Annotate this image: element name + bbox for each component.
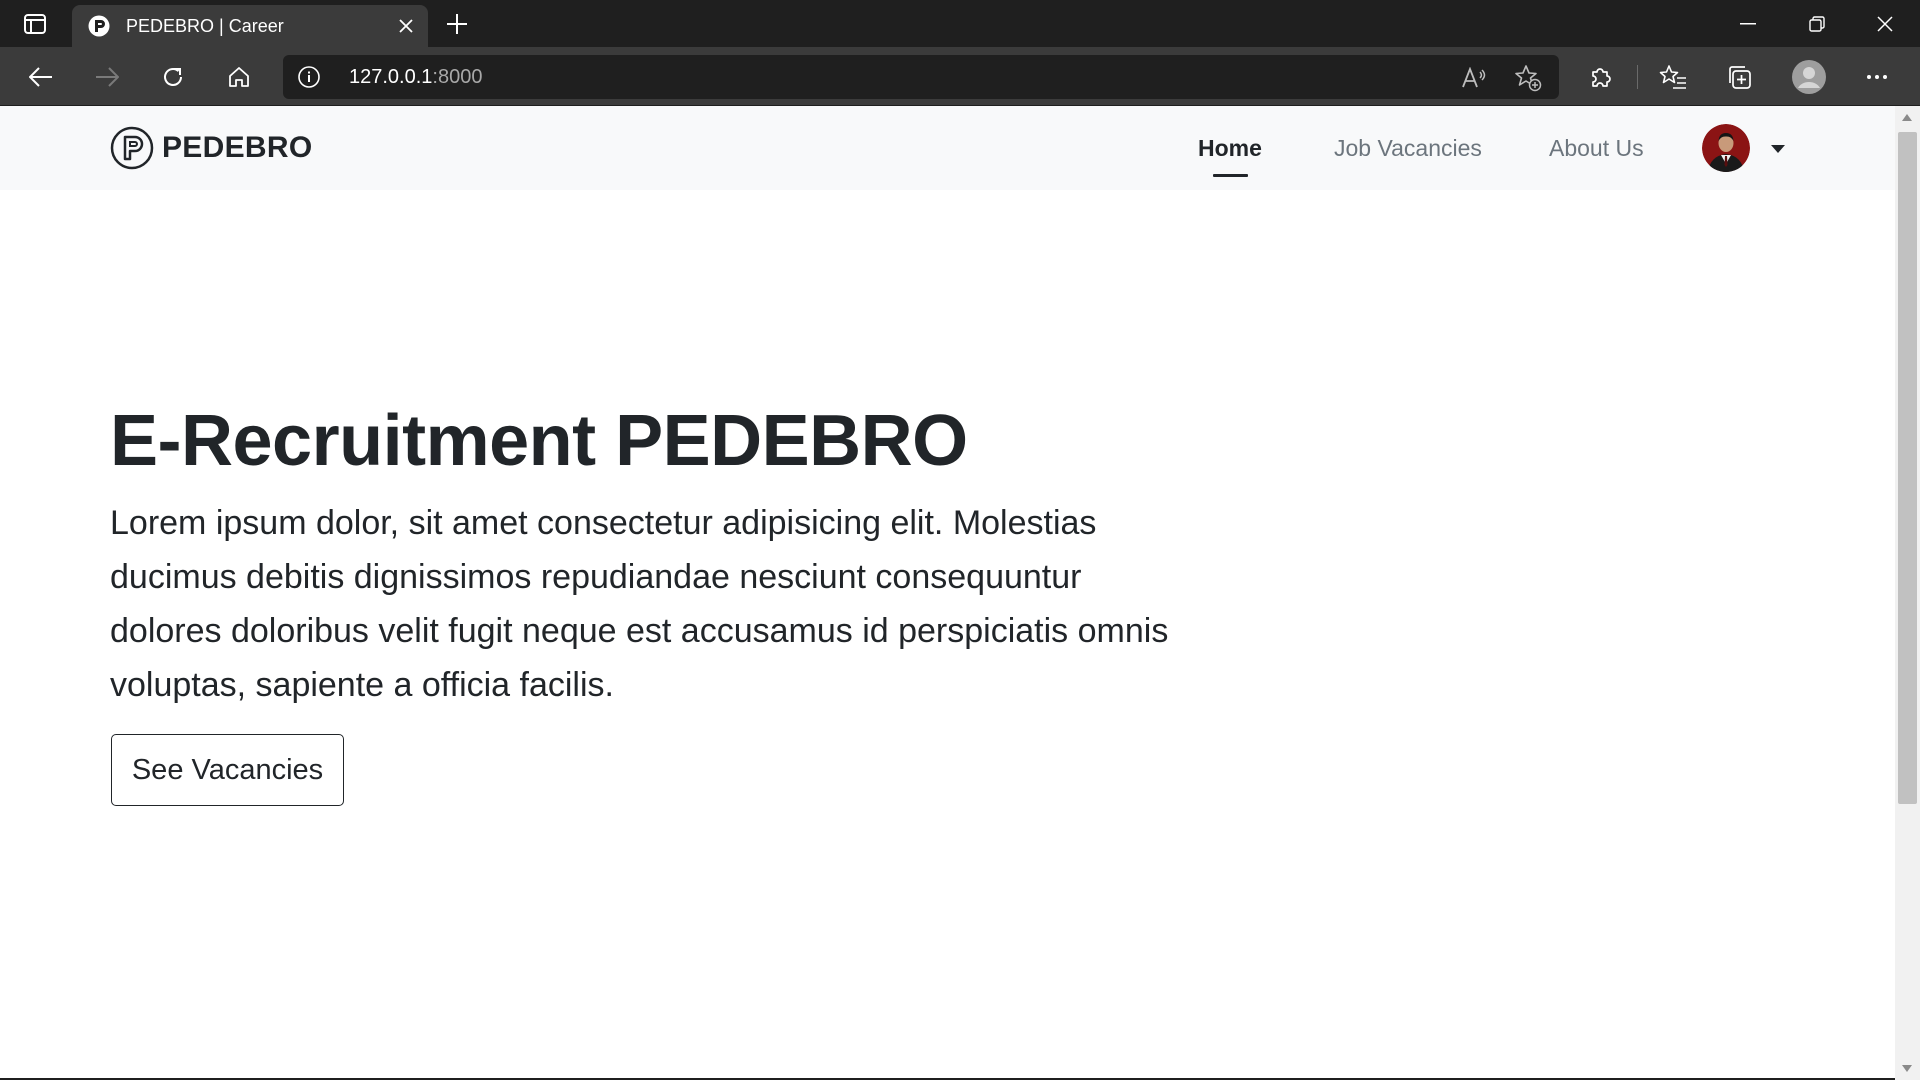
browser-tab-bar: PEDEBRO | Career [0, 0, 1920, 47]
brand-link[interactable]: PEDEBRO [110, 126, 312, 170]
address-bar[interactable]: 127.0.0.1:8000 [283, 55, 1559, 99]
scrollbar-thumb[interactable] [1898, 132, 1917, 804]
read-aloud-icon[interactable] [1459, 63, 1489, 93]
plus-icon [447, 14, 467, 34]
close-window-button[interactable] [1850, 0, 1920, 47]
forward-button[interactable] [86, 56, 128, 98]
user-menu-caret-icon[interactable] [1771, 145, 1785, 153]
collections-button[interactable] [1718, 56, 1760, 98]
browser-tab-active[interactable]: PEDEBRO | Career [72, 5, 428, 47]
profile-icon [1792, 60, 1826, 94]
hero-title: E-Recruitment PEDEBRO [110, 401, 968, 481]
home-button[interactable] [218, 56, 260, 98]
restore-icon [1809, 15, 1825, 32]
more-horizontal-icon [1867, 75, 1887, 79]
settings-more-button[interactable] [1856, 56, 1898, 98]
collections-icon [1729, 66, 1751, 89]
minimize-icon [1740, 22, 1756, 24]
puzzle-icon [1592, 68, 1611, 87]
favorites-icon [1659, 65, 1686, 89]
minimize-button[interactable] [1713, 0, 1783, 47]
url-host: 127.0.0.1 [349, 66, 433, 88]
see-vacancies-button[interactable]: See Vacancies [111, 734, 344, 806]
arrow-right-icon [96, 67, 119, 87]
favorites-button[interactable] [1652, 56, 1694, 98]
home-icon [229, 67, 249, 87]
tab-close-icon[interactable] [394, 14, 418, 38]
page-scrollbar[interactable] [1895, 106, 1920, 1080]
toolbar-separator [1637, 65, 1638, 89]
scroll-down-arrow-icon[interactable] [1902, 1065, 1912, 1072]
site-info-icon[interactable] [297, 65, 321, 89]
nav-link-home[interactable]: Home [1198, 106, 1262, 190]
user-avatar[interactable] [1702, 124, 1750, 172]
tab-actions-menu-icon[interactable] [18, 10, 52, 38]
close-icon [1877, 15, 1893, 32]
tab-title: PEDEBRO | Career [126, 16, 284, 36]
back-button[interactable] [20, 56, 62, 98]
page-viewport: PEDEBRO Home Job Vacancies About Us E-Re… [0, 106, 1920, 1080]
url-port: :8000 [432, 66, 483, 88]
arrow-left-icon [29, 67, 52, 87]
site-favicon-icon [88, 15, 110, 37]
active-nav-indicator [1213, 174, 1248, 177]
site-navbar: PEDEBRO Home Job Vacancies About Us [0, 106, 1895, 190]
brand-logo-icon [110, 126, 154, 170]
add-favorite-icon[interactable] [1513, 63, 1543, 93]
scroll-up-arrow-icon[interactable] [1902, 114, 1912, 121]
profile-button[interactable] [1788, 56, 1830, 98]
nav-link-job-vacancies[interactable]: Job Vacancies [1334, 106, 1482, 190]
new-tab-button[interactable] [440, 9, 474, 39]
extensions-button[interactable] [1580, 56, 1622, 98]
refresh-button[interactable] [152, 56, 194, 98]
restore-button[interactable] [1782, 0, 1852, 47]
brand-name: PEDEBRO [162, 131, 313, 164]
address-url[interactable]: 127.0.0.1:8000 [349, 55, 482, 99]
refresh-icon [164, 68, 182, 86]
nav-link-about-us[interactable]: About Us [1549, 106, 1644, 190]
hero-description: Lorem ipsum dolor, sit amet consectetur … [110, 504, 1169, 704]
browser-toolbar: 127.0.0.1:8000 [0, 47, 1920, 106]
